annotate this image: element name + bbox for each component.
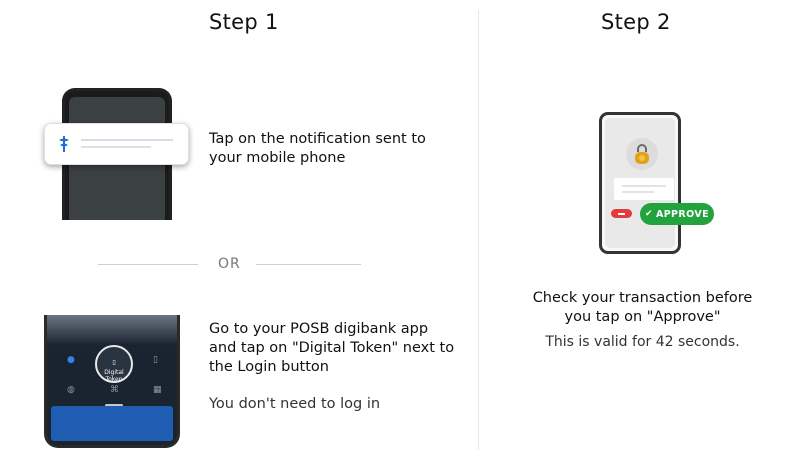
or-divider-left	[98, 264, 198, 265]
reject-button-illustration	[611, 209, 632, 218]
step-divider	[478, 10, 479, 450]
approve-label: APPROVE	[655, 208, 709, 220]
phone-approve-illustration	[599, 112, 681, 254]
step1-title: Step 1	[209, 10, 279, 34]
notification-app-icon	[59, 136, 69, 152]
or-label: OR	[218, 256, 241, 272]
or-divider-right	[256, 264, 361, 265]
check-icon: ✔	[644, 209, 653, 219]
check-transaction-instruction: Check your transaction before you tap on…	[532, 290, 753, 325]
approve-button-illustration: ✔ APPROVE	[640, 203, 714, 225]
validity-note: This is valid for 42 seconds.	[545, 334, 740, 350]
phone-app-illustration: ● ▯ ▯ Digital Token ◍ ⌘ ▦	[44, 315, 180, 448]
step2-title: Step 2	[601, 10, 671, 34]
app-instruction: Go to your POSB digibank app and tap on …	[209, 321, 455, 375]
digital-token-button: ▯ Digital Token	[95, 345, 133, 383]
notification-card	[44, 123, 189, 165]
notification-instruction: Tap on the notification sent to your mob…	[209, 131, 426, 166]
digital-token-icon: ▯	[112, 359, 116, 366]
digital-token-label: Digital Token	[104, 369, 124, 383]
padlock-icon	[635, 144, 649, 164]
no-login-note: You don't need to log in	[209, 396, 381, 412]
